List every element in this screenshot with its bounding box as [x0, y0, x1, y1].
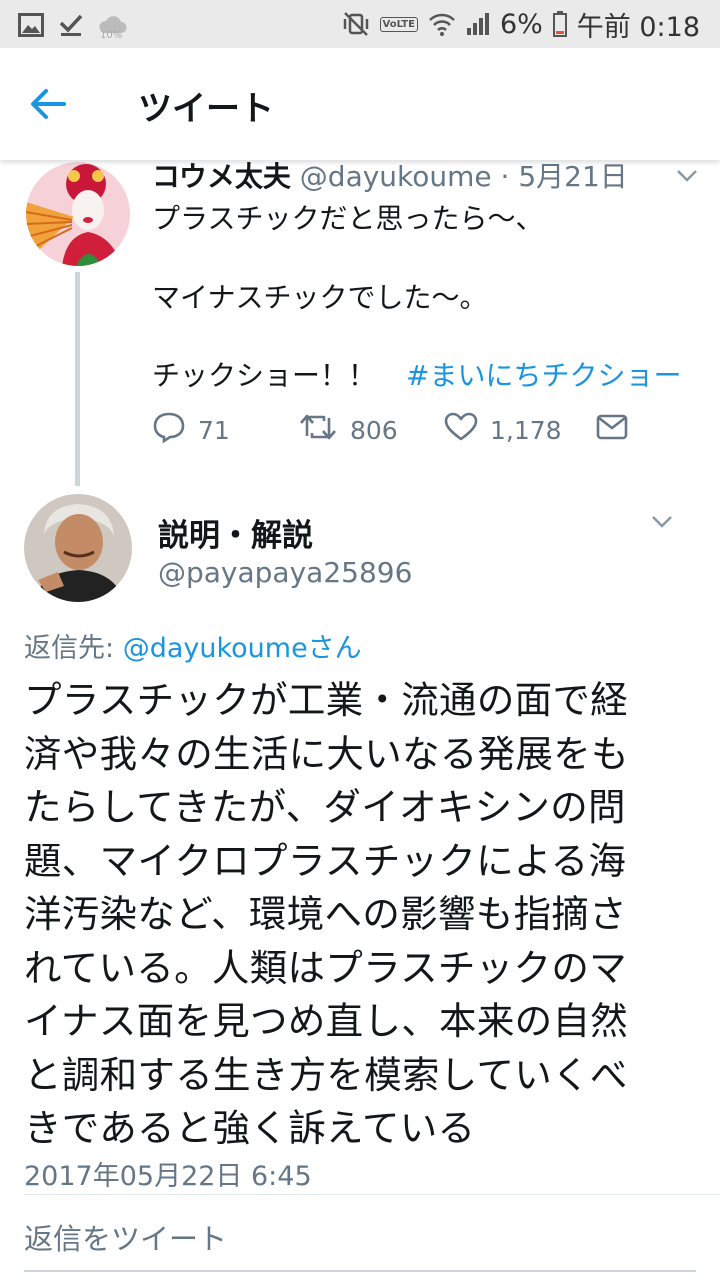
replying-to-mention[interactable]: @dayukoumeさん — [123, 633, 362, 664]
vibrate-mute-icon — [342, 10, 370, 38]
like-action[interactable]: 1,178 — [444, 410, 562, 450]
parent-tweet-line-3: チックショー！！ #まいにちチクショー — [152, 354, 681, 394]
dm-action[interactable] — [596, 410, 628, 450]
thread-line — [75, 272, 80, 486]
back-arrow-icon[interactable] — [28, 86, 68, 122]
body-line: れている。人類はプラスチックのマ — [24, 945, 627, 990]
parent-tweet-actions: 71 806 1,178 — [152, 410, 642, 450]
reply-author-name[interactable]: 説明・解説 — [158, 510, 313, 555]
divider — [24, 1194, 720, 1195]
status-left-icons: 10% — [18, 10, 128, 41]
body-line: と調和する生き方を模索していくべ — [24, 1052, 628, 1097]
chevron-down-icon[interactable] — [651, 514, 673, 533]
composer-underline — [24, 1270, 696, 1272]
cloud-icon: 10% — [98, 10, 128, 41]
replying-to: 返信先: @dayukoumeさん — [24, 626, 362, 665]
parent-tweet-date: 5月21日 — [518, 160, 628, 193]
retweet-action[interactable]: 806 — [298, 410, 398, 450]
retweet-icon — [298, 412, 338, 448]
body-line: きであると強く訴えている — [24, 1106, 476, 1150]
retweet-count: 806 — [350, 415, 398, 445]
status-right-icons: VoLTE 6% 午前 0:18 — [342, 6, 700, 43]
download-done-icon — [58, 12, 84, 38]
gallery-icon — [18, 13, 44, 37]
parent-author-name[interactable]: コウメ太夫 — [152, 160, 291, 193]
parent-tweet-line-1: プラスチックだと思ったら〜、 — [152, 202, 544, 235]
heart-icon — [444, 412, 478, 448]
parent-tweet-line-2: マイナスチックでした〜。 — [152, 281, 488, 314]
clock: 午前 0:18 — [576, 11, 700, 43]
reply-count: 71 — [198, 415, 230, 445]
meta-separator: · — [500, 160, 510, 193]
reply-action[interactable]: 71 — [152, 410, 230, 450]
body-line: イナス面を見つめ直し、本来の自然 — [24, 999, 629, 1043]
wifi-icon — [428, 11, 456, 37]
like-count: 1,178 — [490, 415, 562, 445]
reply-composer-input[interactable]: 返信をツイート — [24, 1216, 227, 1258]
parent-tweet-header: コウメ太夫 @dayukoume · 5月21日 — [152, 155, 628, 195]
signal-icon — [466, 12, 490, 36]
avatar-dayukoume[interactable] — [26, 162, 130, 266]
reply-author-handle[interactable]: @payapaya25896 — [158, 556, 412, 589]
hashtag-link[interactable]: #まいにちチクショー — [406, 359, 681, 392]
reply-tweet-body: プラスチックが工業・流通の面で経 済や我々の生活に大いなる発展をも たらしてきた… — [24, 674, 714, 1156]
page-title: ツイート — [138, 89, 274, 129]
battery-percent: 6% — [499, 8, 543, 40]
reply-icon — [152, 411, 186, 449]
cloud-percent: 10% — [100, 30, 123, 41]
parent-tweet-line-3-text: チックショー！！ — [152, 359, 377, 392]
status-bar: 10% VoLTE 6% 午前 0:18 — [0, 0, 720, 48]
app-bar: ツイート — [0, 48, 720, 160]
body-line: たらしてきたが、ダイオキシンの問 — [24, 785, 626, 829]
body-line: 題、マイクロプラスチックによる海 — [24, 838, 627, 883]
body-line: プラスチックが工業・流通の面で経 — [24, 678, 629, 722]
body-line: 済や我々の生活に大いなる発展をも — [24, 731, 629, 776]
body-line: 洋汚染など、環境への影響も指摘さ — [24, 892, 627, 936]
volte-icon: VoLTE — [379, 16, 418, 32]
envelope-icon — [596, 414, 628, 446]
chevron-down-icon[interactable] — [676, 168, 698, 187]
reply-timestamp: 2017年05月22日 6:45 — [24, 1161, 312, 1192]
parent-author-handle[interactable]: @dayukoume — [300, 160, 492, 193]
replying-to-prefix: 返信先: — [24, 633, 123, 664]
battery-icon — [552, 11, 567, 37]
avatar-payapaya25896[interactable] — [24, 494, 132, 602]
